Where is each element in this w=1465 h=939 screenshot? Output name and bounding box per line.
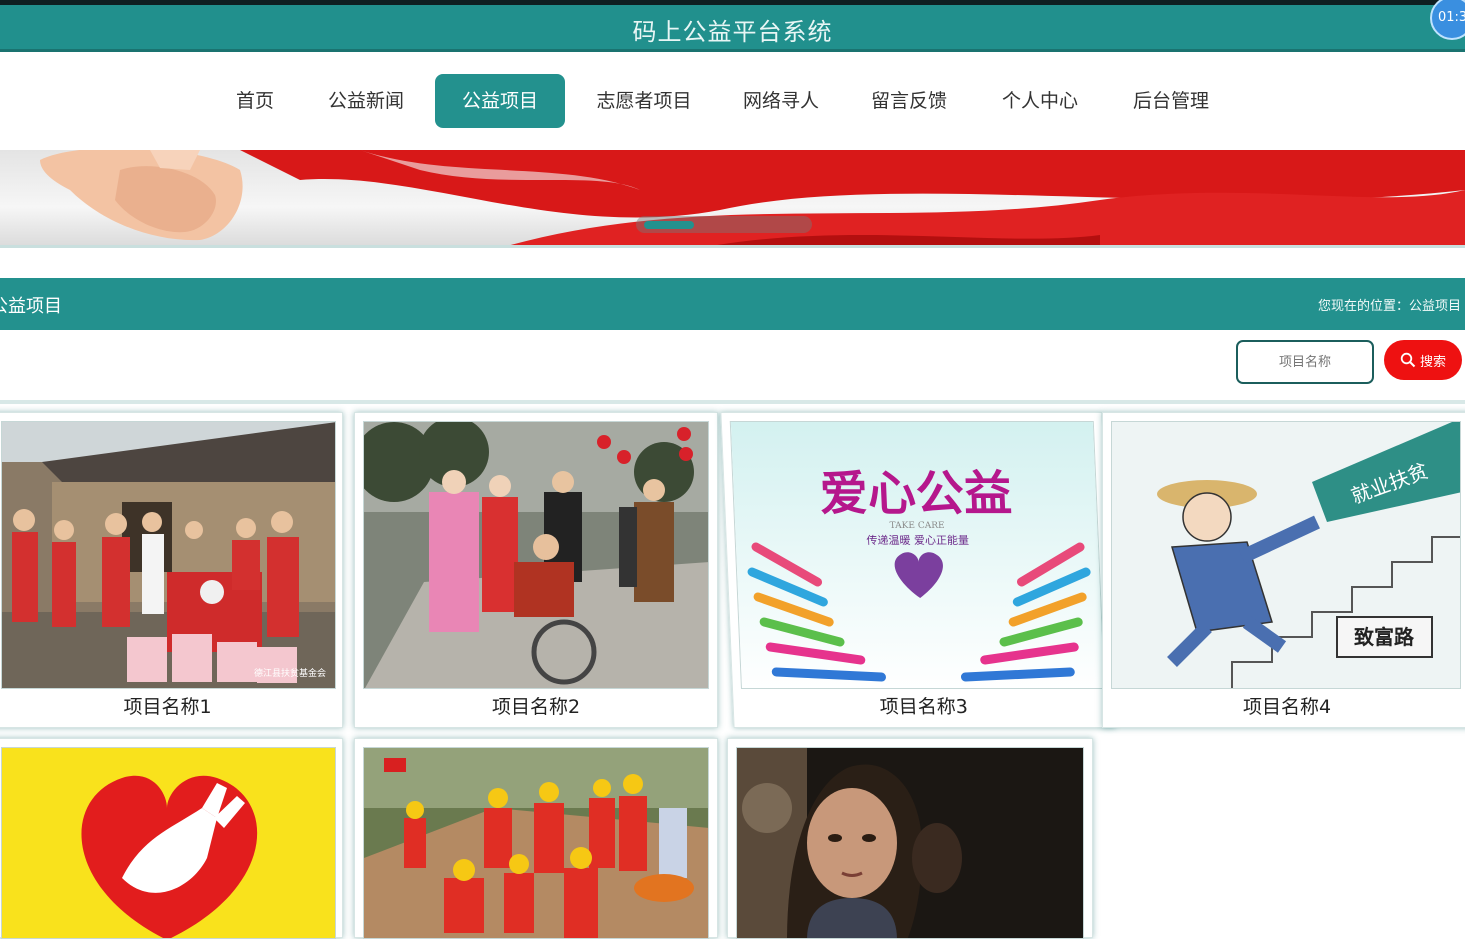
project-image-1[interactable]: 德江县扶贫基金会 [1,421,336,689]
nav-item-personal-center[interactable]: 个人中心 [992,74,1088,128]
carousel-indicator[interactable] [636,216,812,233]
nav-item-feedback[interactable]: 留言反馈 [861,74,957,128]
search-button[interactable]: 搜索 [1384,340,1462,380]
nav-item-projects[interactable]: 公益项目 [435,74,565,128]
photo-watermark: 德江县扶贫基金会 [254,667,326,679]
nav-item-admin[interactable]: 后台管理 [1123,74,1219,128]
project-name-3[interactable]: 项目名称3 [733,692,1114,719]
project-card-4[interactable]: 就业扶贫 致富路 项目名称4 [1102,412,1465,728]
project-card-7[interactable] [727,738,1093,939]
search-icon [1400,352,1416,368]
nav-item-volunteer[interactable]: 志愿者项目 [586,74,702,128]
nav-item-home[interactable]: 首页 [222,74,288,128]
poster-slogan: 传递温暖 爱心正能量 [866,533,969,547]
poster-title: 爱心公益 [819,466,1013,522]
project-name-1[interactable]: 项目名称1 [0,692,342,719]
project-card-1[interactable]: 德江县扶贫基金会 项目名称1 [0,412,343,728]
project-card-3[interactable]: 爱心公益 TAKE CARE 传递温暖 爱心正能量 项目名称3 [720,412,1116,728]
banner-image [40,150,1465,245]
project-card-5[interactable] [0,738,343,939]
breadcrumb: 您现在的位置：公益项目 [1317,299,1461,314]
banner-carousel[interactable] [0,150,1465,248]
project-card-2[interactable]: 项目名称2 [354,412,718,728]
top-title-bar: 码上公益平台系统 [0,0,1465,52]
poster-subtitle: TAKE CARE [890,521,945,531]
site-title: 码上公益平台系统 [632,18,833,46]
project-name-2[interactable]: 项目名称2 [355,692,717,719]
nav-item-news[interactable]: 公益新闻 [318,74,414,128]
section-header: 公益项目 您现在的位置：公益项目 [0,278,1465,330]
project-image-4[interactable]: 就业扶贫 致富路 [1111,421,1461,689]
nav-item-missing-persons[interactable]: 网络寻人 [733,74,829,128]
cartoon-sign-2: 致富路 [1354,625,1415,649]
project-image-2[interactable] [363,421,709,689]
divider [0,400,1465,404]
project-image-3[interactable]: 爱心公益 TAKE CARE 传递温暖 爱心正能量 [729,421,1105,689]
section-title: 公益项目 [0,296,62,317]
project-name-4[interactable]: 项目名称4 [1103,692,1465,719]
carousel-dot-active[interactable] [644,221,694,229]
project-image-7[interactable] [736,747,1084,939]
project-image-5[interactable] [1,747,336,939]
project-card-6[interactable] [354,738,718,939]
project-image-6[interactable] [363,747,709,939]
search-input[interactable] [1236,340,1374,384]
search-button-label: 搜索 [1419,353,1446,369]
main-nav: 首页 公益新闻 公益项目 志愿者项目 网络寻人 留言反馈 个人中心 后台管理 [0,52,1465,150]
